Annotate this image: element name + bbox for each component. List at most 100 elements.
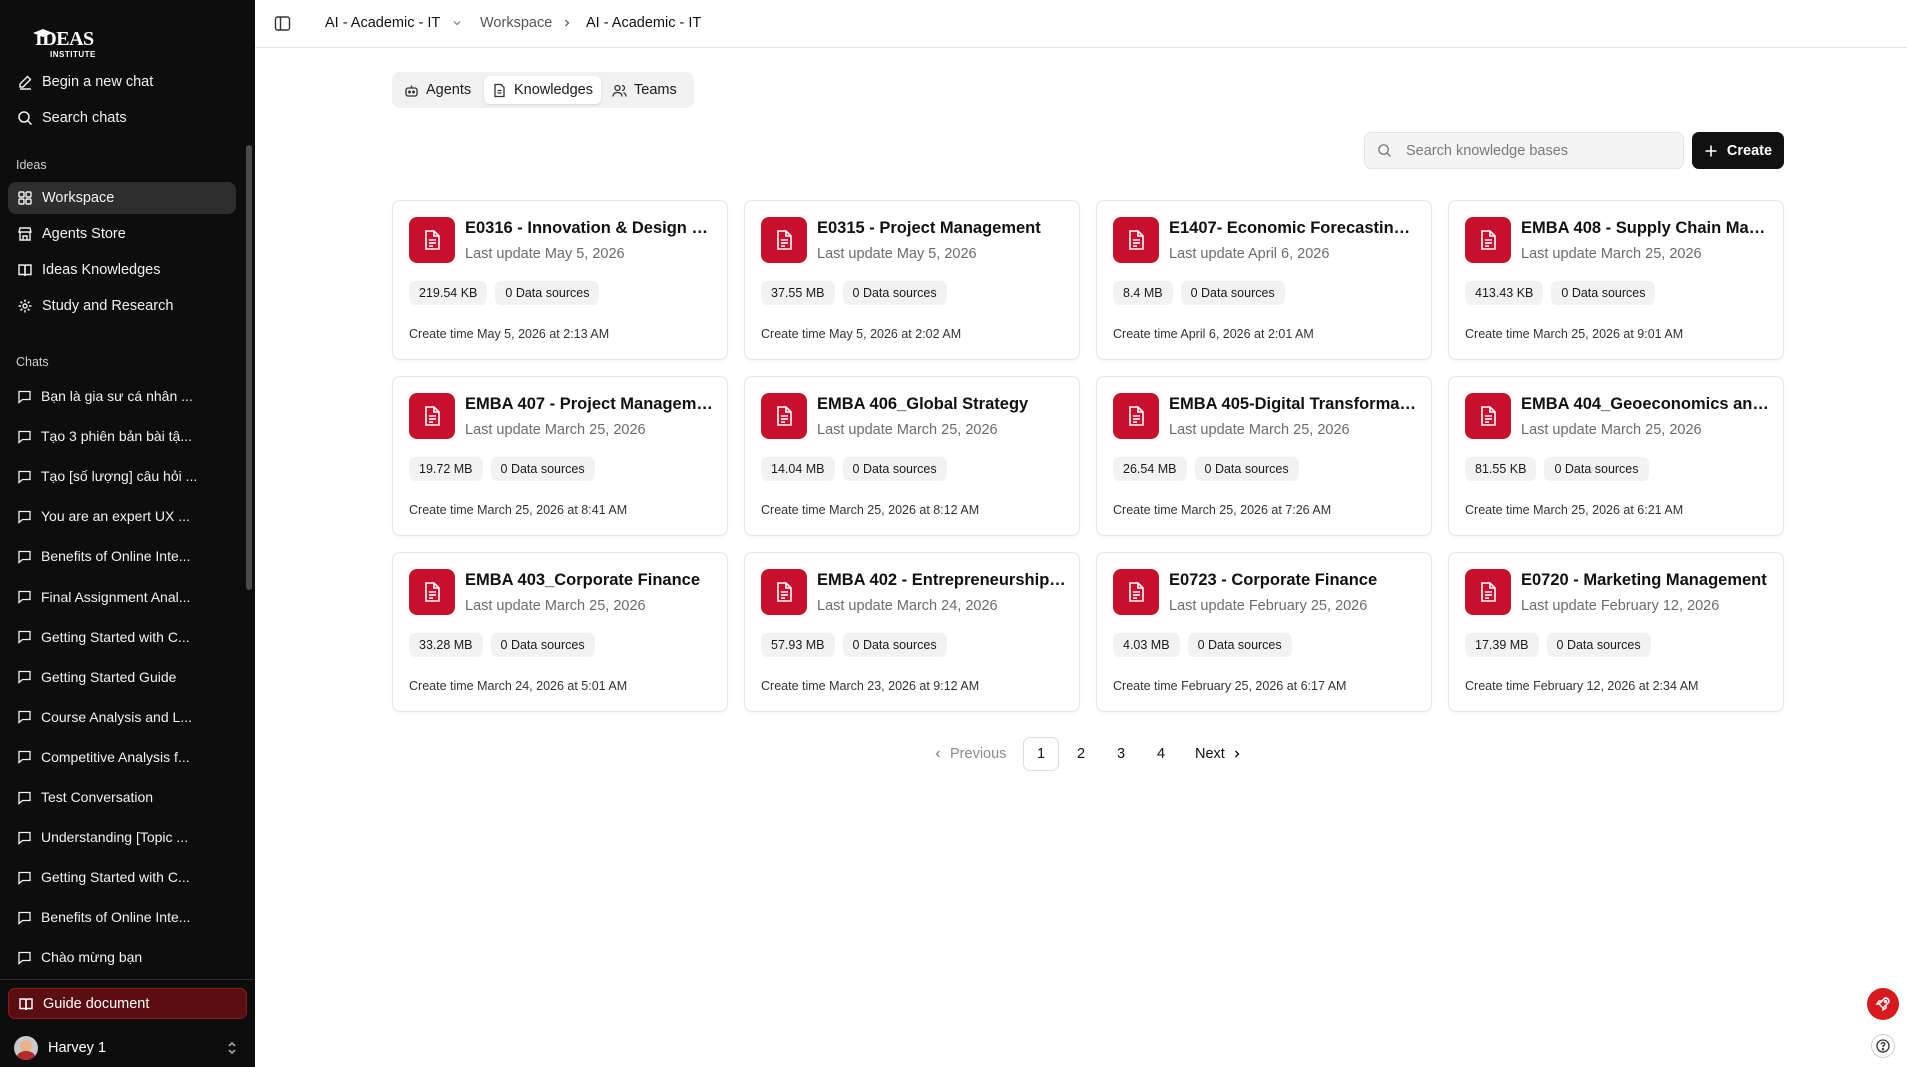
chevron-down-icon[interactable] [451,17,463,29]
chat-item-label: Benefits of Online Inte... [41,548,191,565]
chevron-left-icon [935,750,940,758]
knowledge-card[interactable]: EMBA 407 - Project Management Last update… [392,376,728,536]
tab-knowledges[interactable]: Knowledges [484,76,601,104]
knowledge-card[interactable]: EMBA 405-Digital Transformation Last upda… [1096,376,1432,536]
file-text-icon [1481,582,1496,602]
data-sources-badge: 0 Data sources [495,281,600,305]
knowledge-card[interactable]: EMBA 403_Corporate Finance Last update Ma… [392,552,728,712]
file-text-icon [1129,582,1144,602]
chat-item[interactable]: Course Analysis and L... [8,702,236,732]
sidebar-toggle-icon[interactable] [274,15,291,32]
card-badges: 17.39 MB 0 Data sources [1465,633,1659,657]
sidebar-item-workspace[interactable]: Workspace [8,182,236,214]
chat-item[interactable]: Understanding [Topic ... [8,822,236,852]
chat-item[interactable]: Benefits of Online Inte... [8,541,236,571]
chat-icon [18,390,31,404]
chat-item[interactable]: Getting Started with C... [8,862,236,892]
edit-icon [19,75,32,90]
chevron-right-icon [565,19,570,27]
card-title: EMBA 406_Global Strategy [817,395,1029,413]
data-sources-badge: 0 Data sources [1546,633,1651,657]
chat-item-label: You are an expert UX ... [41,508,190,525]
user-menu[interactable]: Harvey 1 [14,1036,239,1060]
search-chats-button[interactable]: Search chats [8,102,236,134]
card-last-update: Last update April 6, 2026 [1169,246,1330,262]
card-badges: 81.55 KB 0 Data sources [1465,457,1657,481]
sidebar-scrollbar[interactable] [246,145,252,590]
chat-item[interactable]: Tạo [số lượng] câu hỏi ... [8,461,236,491]
sidebar-item-ideas-knowledges[interactable]: Ideas Knowledges [8,254,236,286]
plus-icon [1705,145,1717,156]
card-title: EMBA 404_Geoeconomics and Geopolitics [1521,395,1771,413]
knowledge-card[interactable]: EMBA 408 - Supply Chain Management Last u… [1448,200,1784,360]
chat-icon [18,951,31,965]
knowledge-card[interactable]: EMBA 404_Geoeconomics and Geopolitics Las… [1448,376,1784,536]
create-button[interactable]: Create [1692,132,1784,169]
chat-item[interactable]: Test Conversation [8,782,236,812]
section-ideas-heading: Ideas [16,158,47,172]
chat-item-label: Bạn là gia sư cá nhân ... [41,388,193,404]
size-badge: 14.04 MB [761,457,835,481]
data-sources-badge: 0 Data sources [842,633,947,657]
chevron-right-icon [1234,750,1240,758]
tab-teams[interactable]: Teams [604,76,685,104]
card-title: E0723 - Corporate Finance [1169,571,1378,589]
size-badge: 19.72 MB [409,457,483,481]
pagination-next-label: Next [1195,746,1225,762]
chat-item[interactable]: Competitive Analysis f... [8,742,236,772]
sidebar-item-study-and-research[interactable]: Study and Research [8,290,236,322]
chat-item[interactable]: Final Assignment Anal... [8,582,236,612]
document-icon-tile [1465,217,1511,263]
card-last-update: Last update March 25, 2026 [817,422,998,438]
page-2[interactable]: 2 [1063,737,1099,771]
knowledge-card[interactable]: EMBA 406_Global Strategy Last update Marc… [744,376,1080,536]
pagination-next[interactable]: Next [1195,737,1243,771]
chat-icon [18,630,31,645]
size-badge: 33.28 MB [409,633,483,657]
card-last-update: Last update May 5, 2026 [465,246,625,262]
card-last-update: Last update March 25, 2026 [1521,246,1702,262]
ideas-logo[interactable]: IDEAS INSTITUTE [16,14,95,59]
chat-item[interactable]: Benefits of Online Inte... [8,902,236,932]
knowledge-card[interactable]: E1407- Economic Forecasting and Analysis… [1096,200,1432,360]
chat-item-label: Understanding [Topic ... [41,829,189,846]
sidebar-item-label: Ideas Knowledges [42,262,161,278]
document-icon-tile [1113,217,1159,263]
search-input[interactable] [1406,142,1666,159]
new-chat-button[interactable]: Begin a new chat [8,66,236,98]
page-1[interactable]: 1 [1023,737,1059,771]
rocket-button[interactable] [1867,988,1899,1020]
workspace-switcher[interactable]: AI - Academic - IT [325,15,440,31]
knowledge-card[interactable]: E0723 - Corporate Finance Last update Feb… [1096,552,1432,712]
knowledge-card[interactable]: EMBA 402 - Entrepreneurship and Innovati… [744,552,1080,712]
chevron-up-down-icon [228,1042,236,1054]
chat-item[interactable]: Getting Started with C... [8,622,236,652]
chat-item[interactable]: Chào mừng bạn [8,942,236,972]
help-icon [1876,1039,1890,1053]
page-4[interactable]: 4 [1143,737,1179,771]
sidebar-item-label: Agents Store [42,226,126,242]
breadcrumb-workspace[interactable]: Workspace [480,15,552,31]
pagination-previous[interactable]: Previous [932,737,1006,771]
card-title: E0316 - Innovation & Design Thinking [465,219,715,237]
tab-agents[interactable]: Agents [396,76,479,104]
chat-item[interactable]: Tạo 3 phiên bản bài tậ... [8,421,236,451]
chat-item-label: Getting Started with C... [41,628,190,645]
knowledge-card[interactable]: E0316 - Innovation & Design Thinking Last… [392,200,728,360]
chat-item[interactable]: Getting Started Guide [8,662,236,692]
sidebar-item-agents-store[interactable]: Agents Store [8,218,236,250]
card-last-update: Last update March 25, 2026 [465,422,646,438]
card-last-update: Last update March 25, 2026 [1169,422,1350,438]
users-icon [612,84,627,97]
guide-document-button[interactable]: Guide document [8,988,247,1019]
help-button[interactable] [1871,1034,1895,1058]
chat-item[interactable]: Bạn là gia sư cá nhân ... [8,381,236,411]
chat-item[interactable]: You are an expert UX ... [8,501,236,531]
card-badges: 33.28 MB 0 Data sources [409,633,603,657]
knowledge-card[interactable]: E0720 - Marketing Management Last update … [1448,552,1784,712]
card-badges: 4.03 MB 0 Data sources [1113,633,1300,657]
grid-icon [18,191,32,205]
knowledge-card[interactable]: E0315 - Project Management Last update Ma… [744,200,1080,360]
page-3[interactable]: 3 [1103,737,1139,771]
size-badge: 81.55 KB [1465,457,1537,481]
